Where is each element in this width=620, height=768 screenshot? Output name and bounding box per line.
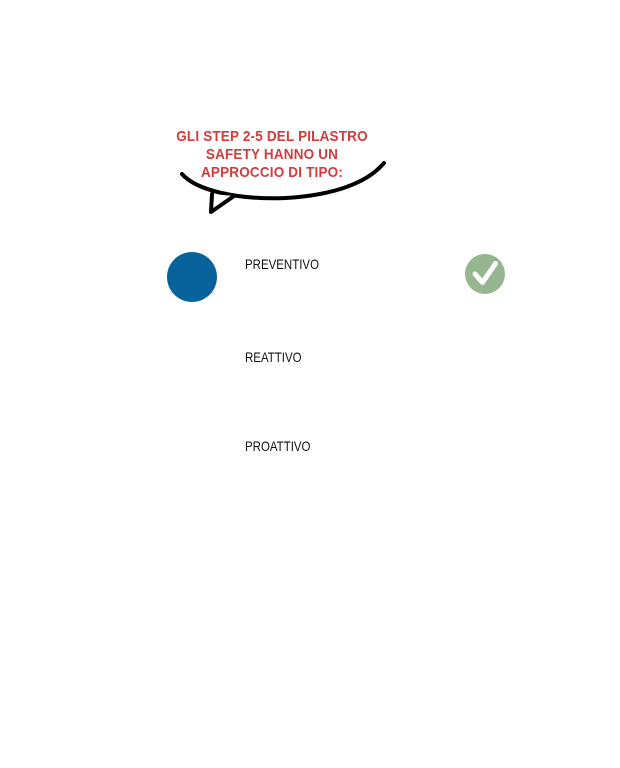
selected-option-marker[interactable] [167, 252, 217, 302]
option-preventivo[interactable]: PREVENTIVO [245, 256, 319, 272]
question-line-1: GLI STEP 2-5 DEL PILASTRO [176, 128, 368, 145]
option-proattivo[interactable]: PROATTIVO [245, 438, 310, 454]
speech-bubble-tail-icon [180, 161, 386, 214]
check-circle-icon [465, 254, 505, 294]
option-reattivo[interactable]: REATTIVO [245, 349, 302, 365]
